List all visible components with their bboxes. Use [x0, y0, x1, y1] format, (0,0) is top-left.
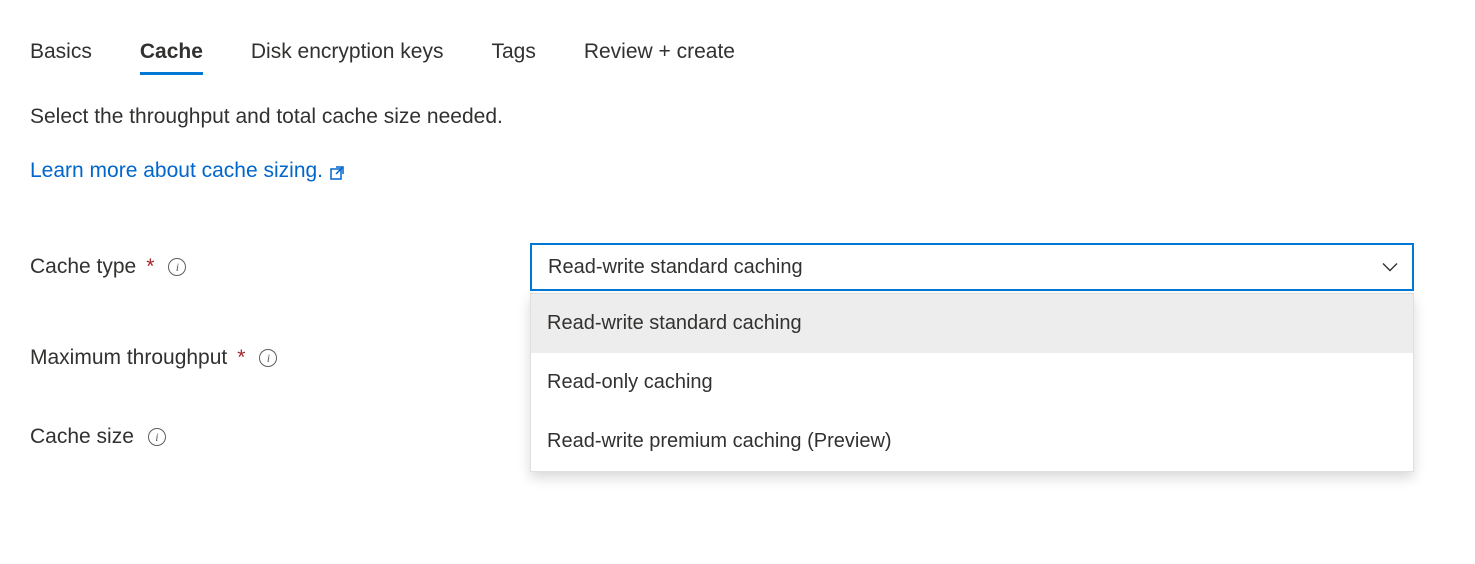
label-cache-size: Cache size i	[30, 425, 530, 449]
label-maximum-throughput-text: Maximum throughput	[30, 346, 227, 370]
dropdown-option-read-write-premium[interactable]: Read-write premium caching (Preview)	[531, 412, 1413, 471]
info-icon[interactable]: i	[168, 258, 186, 276]
dropdown-cache-type: Read-write standard caching Read-only ca…	[530, 293, 1414, 472]
select-cache-type[interactable]: Read-write standard caching	[530, 243, 1414, 291]
row-cache-type: Cache type * i Read-write standard cachi…	[30, 243, 1445, 291]
tab-bar: Basics Cache Disk encryption keys Tags R…	[30, 40, 1445, 75]
dropdown-option-read-only[interactable]: Read-only caching	[531, 353, 1413, 412]
info-icon[interactable]: i	[259, 349, 277, 367]
tab-review-create[interactable]: Review + create	[584, 40, 735, 75]
label-maximum-throughput: Maximum throughput * i	[30, 346, 530, 370]
required-indicator: *	[237, 346, 245, 370]
info-icon[interactable]: i	[148, 428, 166, 446]
select-cache-type-wrapper: Read-write standard caching Read-write s…	[530, 243, 1414, 291]
page-description: Select the throughput and total cache si…	[30, 105, 1445, 129]
tab-disk-encryption-keys[interactable]: Disk encryption keys	[251, 40, 444, 75]
learn-more-link[interactable]: Learn more about cache sizing.	[30, 159, 345, 183]
label-cache-type: Cache type * i	[30, 255, 530, 279]
learn-more-text: Learn more about cache sizing.	[30, 159, 323, 183]
tab-tags[interactable]: Tags	[491, 40, 535, 75]
chevron-down-icon	[1382, 256, 1398, 279]
dropdown-option-read-write-standard[interactable]: Read-write standard caching	[531, 294, 1413, 353]
external-link-icon	[329, 163, 345, 179]
required-indicator: *	[146, 255, 154, 279]
select-cache-type-value: Read-write standard caching	[548, 256, 803, 279]
tab-basics[interactable]: Basics	[30, 40, 92, 75]
label-cache-size-text: Cache size	[30, 425, 134, 449]
tab-cache[interactable]: Cache	[140, 40, 203, 75]
label-cache-type-text: Cache type	[30, 255, 136, 279]
